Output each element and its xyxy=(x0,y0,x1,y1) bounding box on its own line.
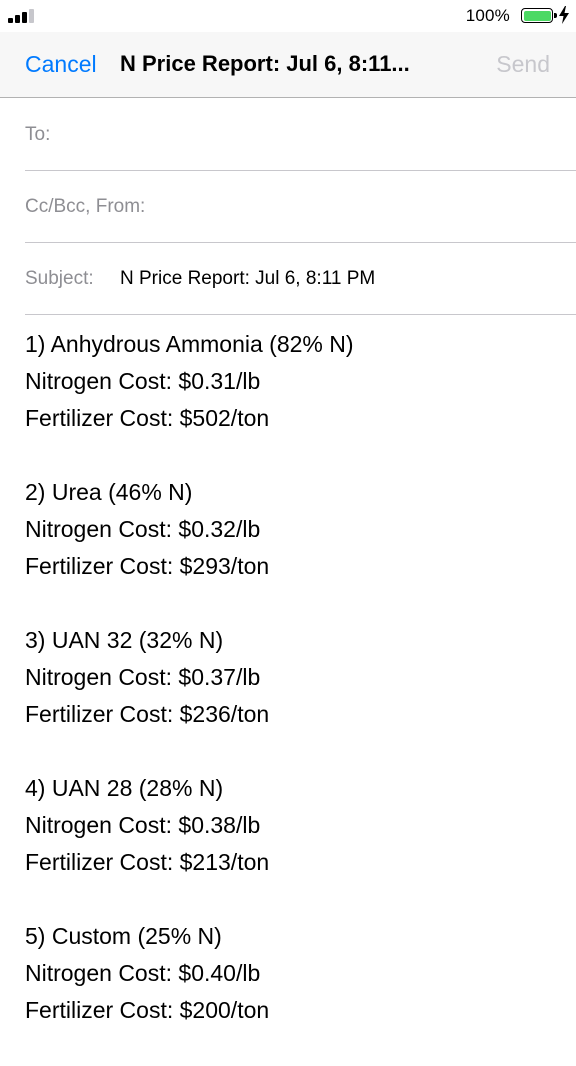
fertilizer-cost: Fertilizer Cost: $213/ton xyxy=(25,849,270,875)
product-name: 1) Anhydrous Ammonia (82% N) xyxy=(25,331,354,357)
report-item: 3) UAN 32 (32% N) Nitrogen Cost: $0.37/l… xyxy=(25,622,566,733)
product-name: 2) Urea (46% N) xyxy=(25,479,193,505)
nitrogen-cost: Nitrogen Cost: $0.40/lb xyxy=(25,960,261,986)
nitrogen-cost: Nitrogen Cost: $0.31/lb xyxy=(25,368,261,394)
subject-label: Subject: xyxy=(25,268,94,289)
fertilizer-cost: Fertilizer Cost: $293/ton xyxy=(25,553,270,579)
fertilizer-cost: Fertilizer Cost: $200/ton xyxy=(25,997,270,1023)
battery-percentage: 100% xyxy=(465,6,510,25)
report-item: 5) Custom (25% N) Nitrogen Cost: $0.40/l… xyxy=(25,918,566,1029)
nitrogen-cost: Nitrogen Cost: $0.38/lb xyxy=(25,812,261,838)
product-name: 3) UAN 32 (32% N) xyxy=(25,627,224,653)
status-bar: 100% xyxy=(0,0,576,32)
report-item: 2) Urea (46% N) Nitrogen Cost: $0.32/lb … xyxy=(25,474,566,585)
cc-bcc-from-field[interactable]: Cc/Bcc, From: xyxy=(25,171,576,243)
battery-fill xyxy=(523,10,551,21)
battery-icon xyxy=(521,8,557,23)
nitrogen-cost: Nitrogen Cost: $0.37/lb xyxy=(25,664,261,690)
subject-field[interactable]: Subject: N Price Report: Jul 6, 8:11 PM xyxy=(25,243,576,315)
report-item: 1) Anhydrous Ammonia (82% N) Nitrogen Co… xyxy=(25,326,566,437)
cc-bcc-from-label: Cc/Bcc, From: xyxy=(25,196,146,217)
nitrogen-cost: Nitrogen Cost: $0.32/lb xyxy=(25,516,261,542)
cancel-button[interactable]: Cancel xyxy=(25,51,97,78)
compose-title: N Price Report: Jul 6, 8:11... xyxy=(120,51,410,76)
compose-nav-bar: Cancel N Price Report: Jul 6, 8:11... Se… xyxy=(0,32,576,98)
message-body[interactable]: 1) Anhydrous Ammonia (82% N) Nitrogen Co… xyxy=(25,326,566,1066)
to-field[interactable]: To: xyxy=(25,99,576,171)
subject-input[interactable]: N Price Report: Jul 6, 8:11 PM xyxy=(120,268,375,290)
product-name: 4) UAN 28 (28% N) xyxy=(25,775,224,801)
product-name: 5) Custom (25% N) xyxy=(25,923,222,949)
fertilizer-cost: Fertilizer Cost: $502/ton xyxy=(25,405,270,431)
to-label: To: xyxy=(25,124,51,145)
fertilizer-cost: Fertilizer Cost: $236/ton xyxy=(25,701,270,727)
cellular-signal-icon xyxy=(8,7,38,23)
report-item: 4) UAN 28 (28% N) Nitrogen Cost: $0.38/l… xyxy=(25,770,566,881)
charging-bolt-icon xyxy=(559,6,569,24)
send-button[interactable]: Send xyxy=(496,51,550,78)
